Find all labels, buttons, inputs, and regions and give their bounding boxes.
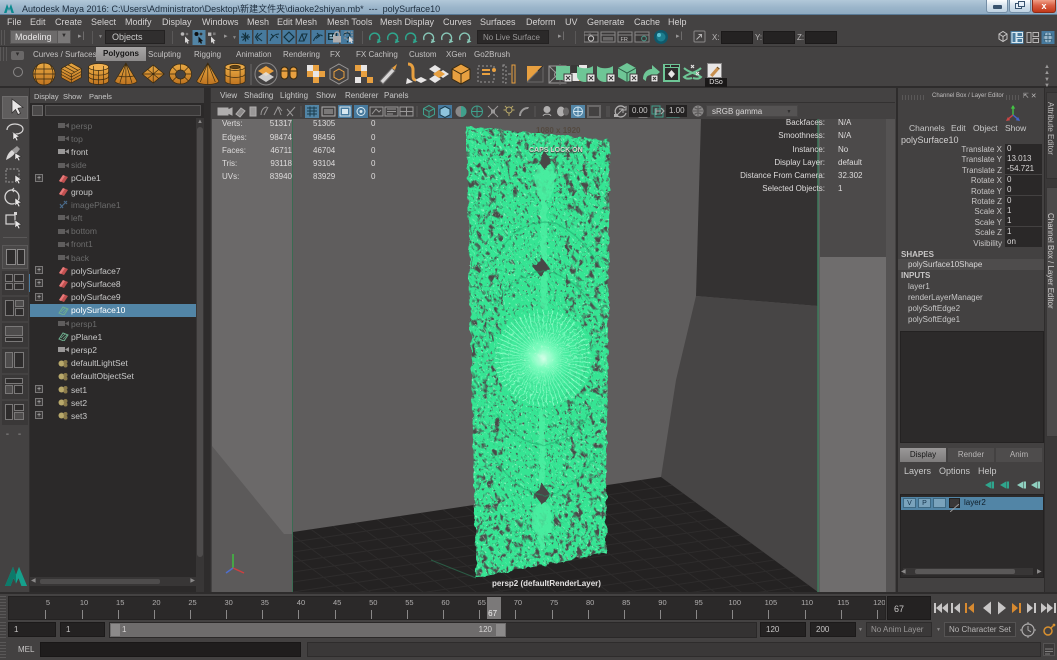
svg-text:FR: FR	[621, 37, 628, 43]
